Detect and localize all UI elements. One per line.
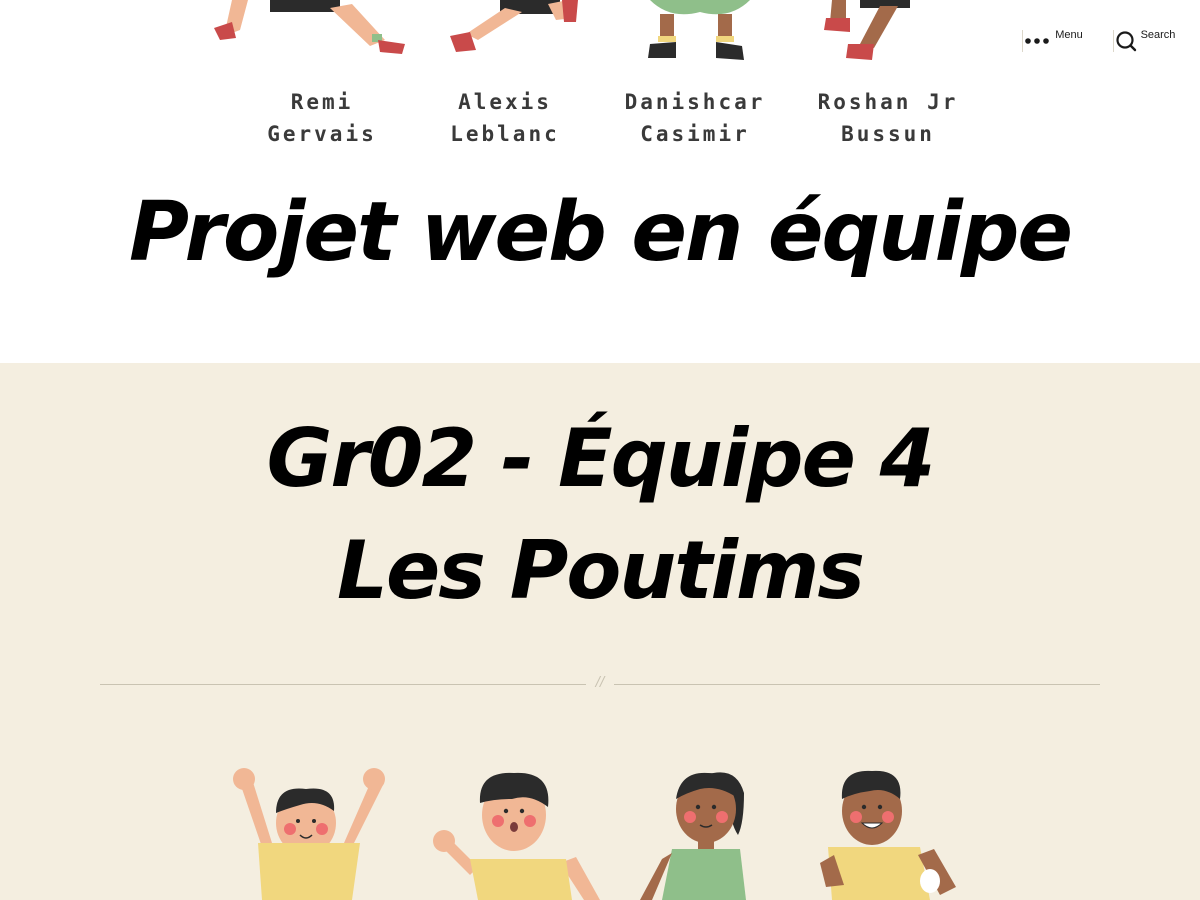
member-2: Alexis Leblanc — [440, 86, 570, 150]
entry-title-line-1: Gr02 - Équipe 4 — [266, 412, 936, 505]
person-2 — [433, 772, 600, 900]
divider — [1022, 30, 1023, 52]
member-4-last-name: Bussun — [841, 122, 935, 146]
member-3: Danishcar Casimir — [615, 86, 775, 150]
figure-3-legs — [648, 0, 750, 60]
menu-button[interactable]: Menu — [1024, 26, 1114, 76]
member-3-last-name: Casimir — [640, 122, 750, 146]
member-4: Roshan Jr Bussun — [808, 86, 968, 150]
site-header: Remi Gervais Alexis Leblanc Danishcar Ca… — [0, 0, 1200, 160]
member-2-first-name: Alexis — [458, 90, 552, 114]
post-separator: // — [100, 675, 1100, 695]
entry-title: Gr02 - Équipe 4 Les Poutims — [0, 403, 1200, 627]
separator-line-left — [100, 684, 586, 685]
separator-slashes: // — [595, 675, 605, 690]
member-2-last-name: Leblanc — [450, 122, 560, 146]
member-1-first-name: Remi — [290, 90, 354, 114]
person-1 — [233, 768, 385, 900]
member-names: Remi Gervais Alexis Leblanc Danishcar Ca… — [0, 86, 1200, 156]
team-illustration — [233, 768, 956, 900]
person-3 — [640, 772, 746, 900]
menu-dots-icon — [1025, 38, 1049, 44]
header-tools: Menu Search — [1000, 26, 1200, 76]
figure-4-legs — [824, 0, 910, 60]
member-4-first-name: Roshan Jr — [817, 90, 959, 114]
member-1-last-name: Gervais — [267, 122, 377, 146]
site-title-link[interactable]: Projet web en équipe — [0, 178, 1200, 288]
search-icon — [1116, 31, 1137, 52]
figure-2-legs — [450, 0, 578, 52]
entry-header: Gr02 - Équipe 4 Les Poutims // — [0, 363, 1200, 900]
member-1: Remi Gervais — [262, 86, 382, 150]
entry-title-line-2: Les Poutims — [337, 524, 865, 617]
page: Remi Gervais Alexis Leblanc Danishcar Ca… — [0, 0, 1200, 900]
member-3-first-name: Danishcar — [624, 90, 766, 114]
figure-1-legs — [214, 0, 405, 54]
search-button[interactable]: Search — [1113, 26, 1200, 76]
person-4 — [820, 770, 956, 900]
separator-line-right — [614, 684, 1100, 685]
